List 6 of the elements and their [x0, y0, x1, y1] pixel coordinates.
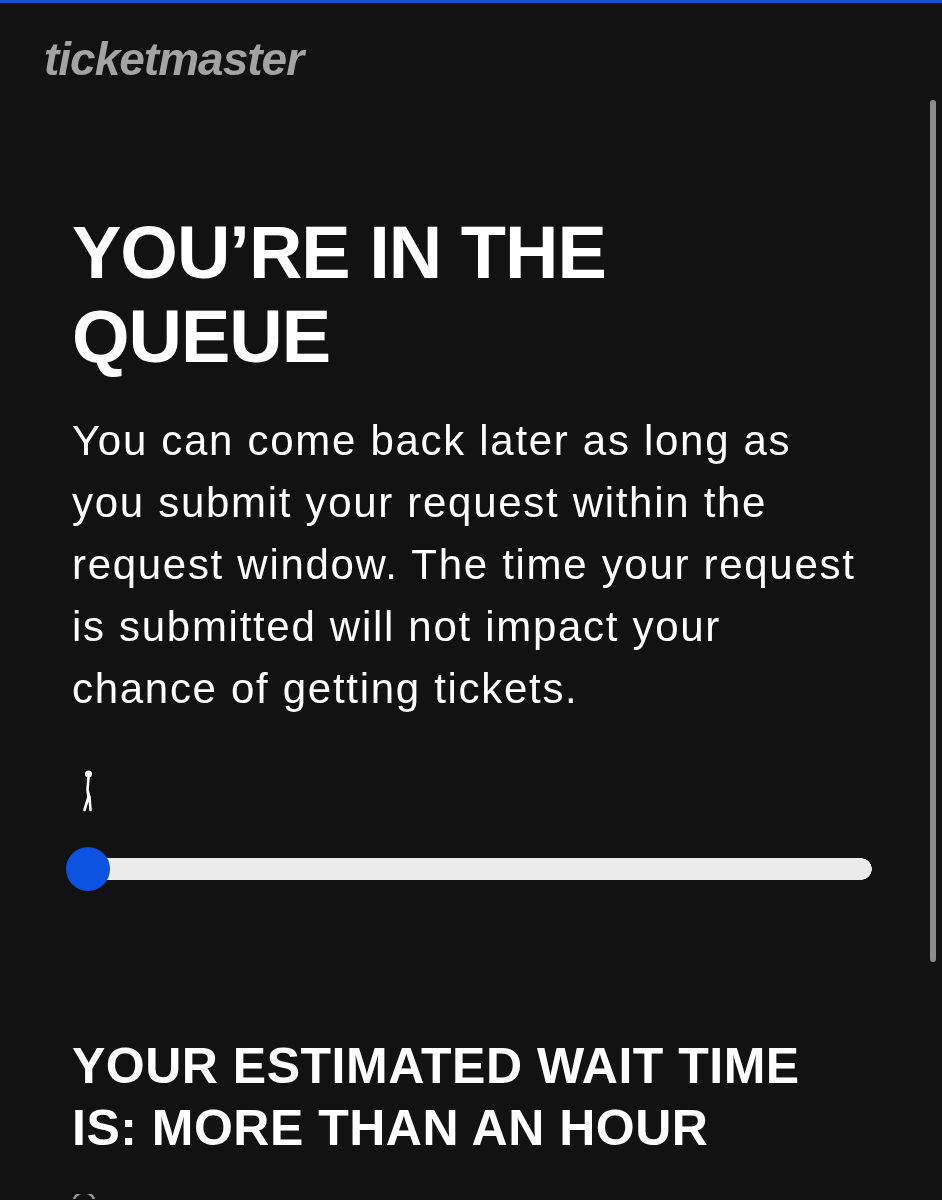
wait-time-heading: YOUR ESTIMATED WAIT TIME IS: MORE THAN AN HOUR	[72, 1037, 801, 1158]
queue-message: You can come back later as long as you submit your request within the request window. The time your request is submitted will not impact your chance of getting tickets.	[72, 416, 857, 714]
queue-heading: YOU’RE IN THE QUEUE	[72, 211, 607, 379]
scrollbar[interactable]	[930, 100, 936, 962]
walking-person-icon	[81, 770, 95, 813]
ticketmaster-logo: ticketmaster	[44, 36, 304, 82]
